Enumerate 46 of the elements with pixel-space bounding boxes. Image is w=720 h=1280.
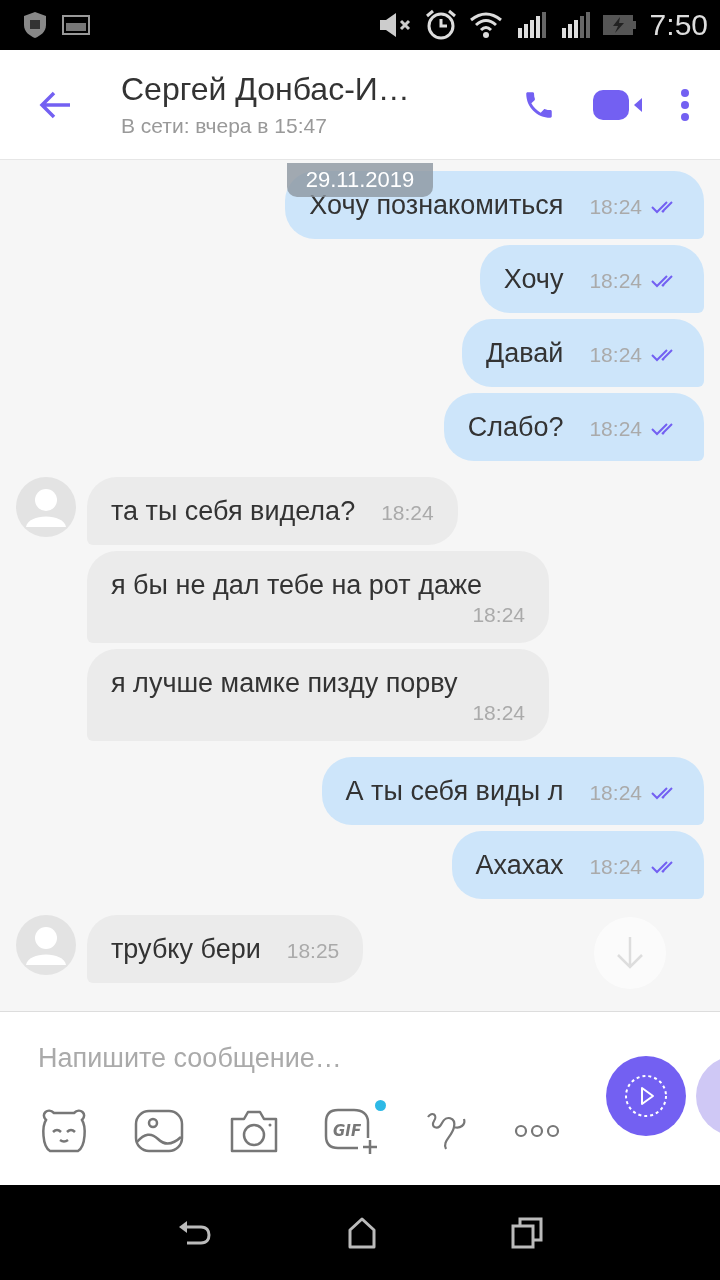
message-text: та ты себя видела? [111,495,356,528]
message-time: 18:25 [286,939,340,963]
alarm-clock-icon [423,8,458,42]
message-text: я бы не дал тебе на рот даже [111,569,482,602]
camera-icon[interactable] [228,1109,280,1153]
home-nav-icon[interactable] [347,1216,377,1249]
recent-apps-icon[interactable] [511,1216,543,1249]
more-options-icon[interactable] [514,1123,560,1139]
message-text: Слабо? [467,411,564,444]
gallery-icon[interactable] [134,1109,184,1153]
message-time: 18:24 [589,781,642,805]
message-bubble[interactable]: Давай 18:24 [462,319,704,387]
back-arrow-icon[interactable] [38,89,72,120]
date-badge: 29.11.2019 [287,163,433,197]
message-time: 18:24 [589,855,642,879]
message-bubble[interactable]: я лучше мамке пизду порву 18:24 [87,649,549,741]
message-time: 18:24 [381,501,434,525]
message-text: Давай [486,337,564,370]
message-bubble[interactable]: я бы не дал тебе на рот даже 18:24 [87,551,549,643]
online-status: В сети: вчера в 15:47 [121,114,328,138]
message-time: 18:24 [589,417,642,441]
message-time: 18:24 [472,701,525,725]
video-camera-icon[interactable] [592,87,644,122]
message-text: трубку бери [111,933,261,966]
record-video-button[interactable] [606,1056,686,1136]
message-time: 18:24 [589,343,642,367]
contact-name: Сергей Донбас-И… [121,71,411,108]
battery-icon [601,14,636,36]
message-text: я лучше мамке пизду порву [111,667,458,700]
message-bubble[interactable]: Слабо? 18:24 [443,393,704,461]
message-text: Хочу [503,263,564,296]
message-bubble[interactable]: трубку бери 18:25 [87,915,364,983]
message-text: А ты себя виды л [345,775,564,808]
message-input-field[interactable]: Напишите сообщение… [38,1038,558,1078]
clock-time: 7:50 [649,8,708,42]
message-bubble[interactable]: Ахахах 18:24 [451,831,704,899]
image-icon [62,15,90,35]
more-menu-icon[interactable] [680,87,690,122]
message-bubble[interactable]: та ты себя видела? 18:24 [87,477,458,545]
message-time: 18:24 [589,195,642,219]
message-time: 18:24 [472,603,525,627]
shield-icon [22,11,48,39]
message-bubble[interactable]: А ты себя виды л 18:24 [321,757,704,825]
message-text: Ахахах [475,849,564,882]
message-bubble[interactable]: Хочу 18:24 [479,245,704,313]
message-time: 18:24 [589,269,642,293]
